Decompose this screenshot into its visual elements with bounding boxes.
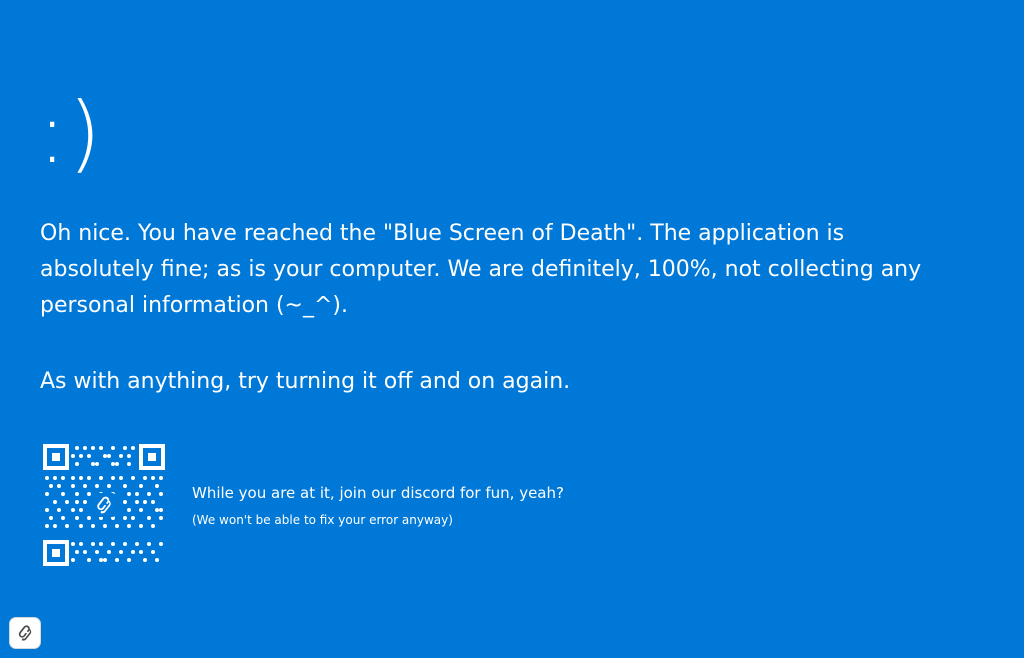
discord-invite-title: While you are at it, join our discord fo…: [192, 484, 564, 502]
qr-code-icon: [43, 444, 165, 566]
restart-hint: As with anything, try turning it off and…: [40, 369, 571, 394]
smiley-face: :): [38, 84, 104, 182]
svelte-logo-icon: [18, 625, 32, 641]
discord-qr-code[interactable]: [43, 444, 165, 566]
discord-invite-subtitle: (We won't be able to fix your error anyw…: [192, 513, 453, 527]
svelte-badge[interactable]: [9, 617, 41, 649]
svelte-logo-icon: [92, 493, 116, 517]
error-message: Oh nice. You have reached the "Blue Scre…: [40, 221, 922, 318]
blue-screen: :) Oh nice. You have reached the "Blue S…: [0, 0, 1024, 658]
